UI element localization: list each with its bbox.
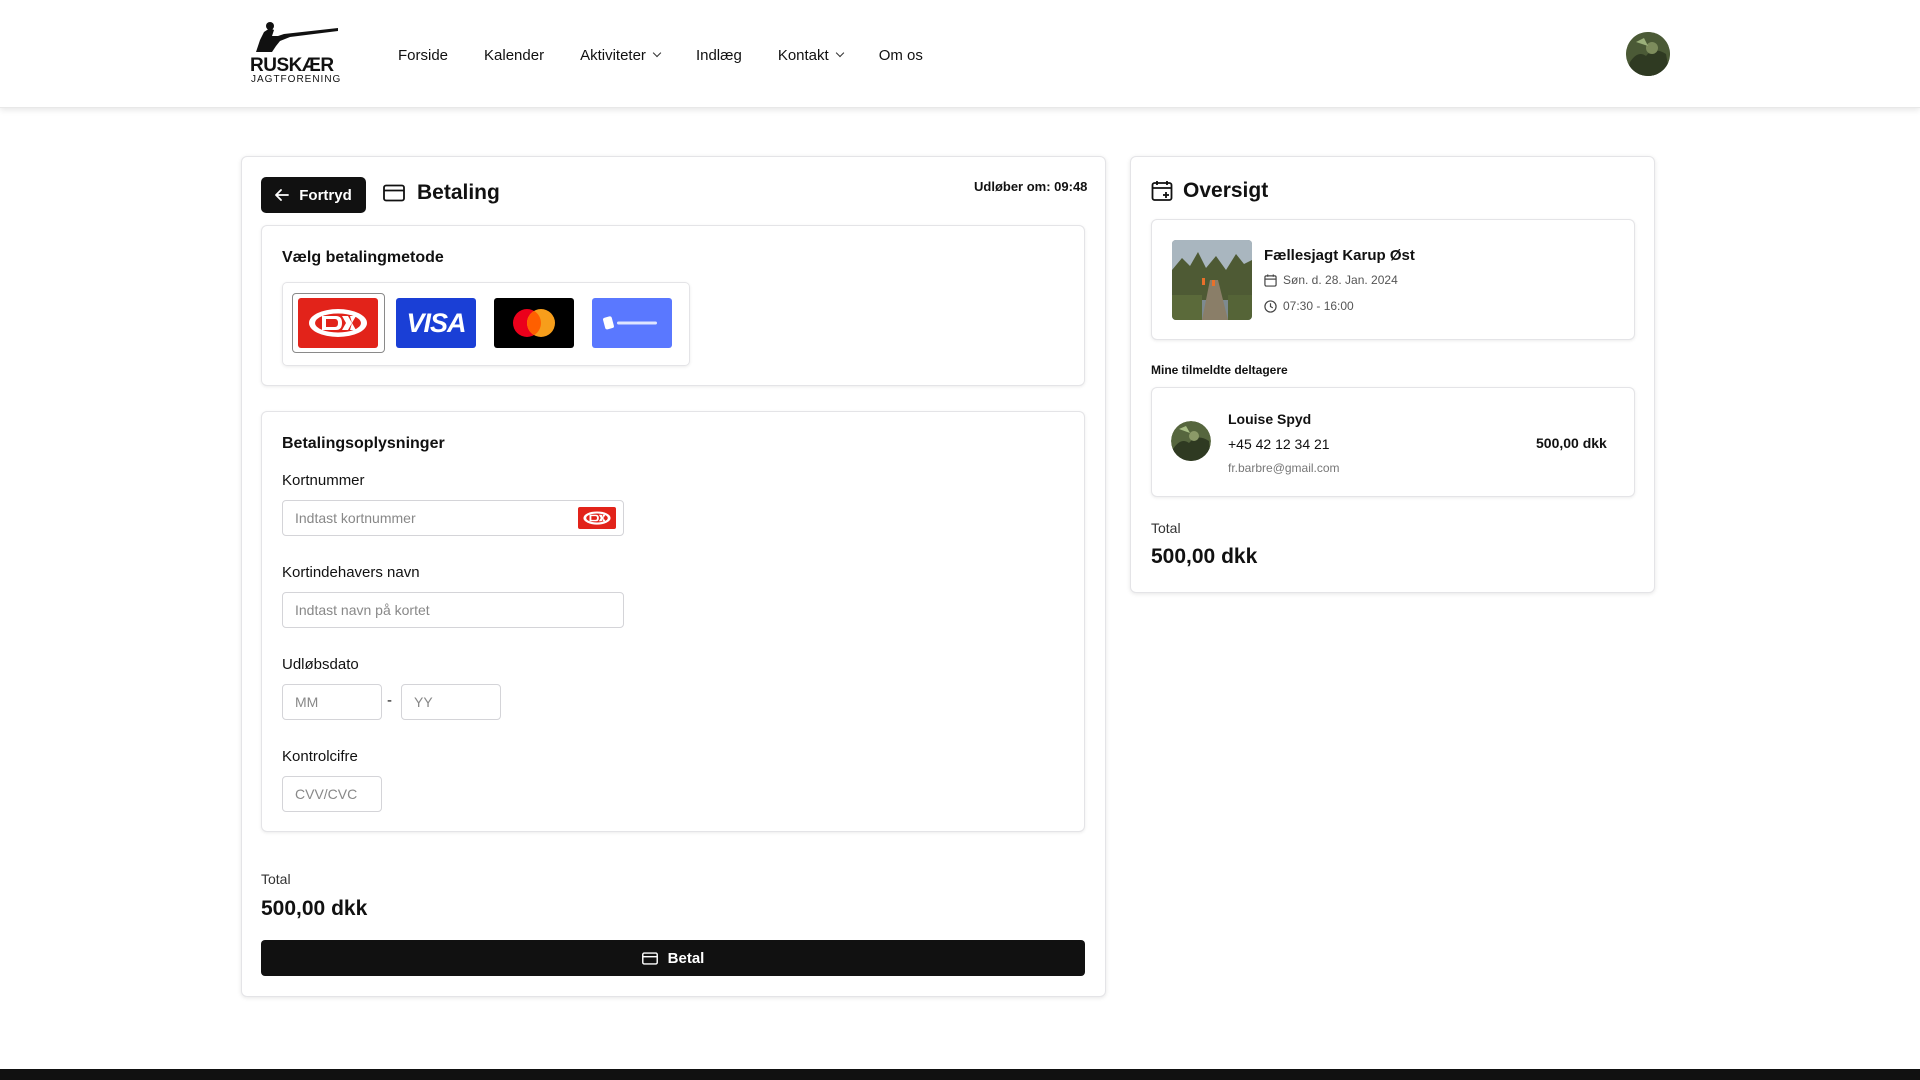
expiry-year-input[interactable]: YY: [401, 684, 501, 720]
event-date: Søn. d. 28. Jan. 2024: [1283, 273, 1398, 287]
nav-item-kontakt[interactable]: Kontakt: [777, 44, 844, 66]
dankort-logo-icon: [309, 309, 367, 337]
cancel-label: Fortryd: [299, 186, 352, 204]
mobilepay-logo-icon: [603, 316, 657, 330]
overview-total-value: 500,00 dkk: [1151, 545, 1258, 568]
brand-subtitle: JAGTFORENING: [251, 74, 342, 85]
pay-label: Betal: [667, 949, 705, 967]
arrow-left-icon: [275, 189, 290, 201]
mastercard-option[interactable]: [494, 298, 574, 348]
site-footer: [0, 1069, 1920, 1080]
overview-title-row: Oversigt: [1151, 179, 1268, 203]
main-nav: Forside Kalender Aktiviteter Indlæg Kont…: [398, 44, 923, 66]
participant-email: fr.barbre@gmail.com: [1228, 461, 1340, 475]
event-time: 07:30 - 16:00: [1283, 299, 1354, 313]
visa-option[interactable]: VISA: [396, 298, 476, 348]
cvc-input[interactable]: CVV/CVC: [282, 776, 382, 812]
cvc-placeholder: CVV/CVC: [295, 786, 358, 802]
dankort-option[interactable]: [298, 298, 378, 348]
hunter-logo-icon: [256, 22, 338, 52]
participant-phone: +45 42 12 34 21: [1228, 436, 1330, 452]
overview-title: Oversigt: [1183, 179, 1269, 202]
event-image: [1172, 240, 1252, 320]
expiry-year-placeholder: YY: [414, 694, 433, 710]
brand-name: RUSKÆR: [250, 55, 334, 76]
clock-icon: [1264, 299, 1277, 313]
site-header: RUSKÆR JAGTFORENING Forside Kalender Akt…: [0, 0, 1920, 108]
card-number-placeholder: Indtast kortnummer: [295, 510, 416, 526]
cvc-label: Kontrolcifre: [282, 748, 358, 765]
nav-item-indlaeg[interactable]: Indlæg: [696, 44, 742, 66]
nav-label: Kalender: [484, 46, 545, 64]
participants-heading: Mine tilmeldte deltagere: [1151, 363, 1288, 377]
card-holder-label: Kortindehavers navn: [282, 564, 420, 581]
expiry-label: Udløbsdato: [282, 656, 359, 673]
event-name: Fællesjagt Karup Øst: [1264, 247, 1415, 264]
expiry-month-input[interactable]: MM: [282, 684, 382, 720]
avatar-photo-icon: [1626, 32, 1670, 76]
expiry-separator: -: [387, 692, 392, 709]
expiry-month-placeholder: MM: [295, 694, 319, 710]
payment-title-row: Betaling: [383, 181, 500, 205]
event-time-row: 07:30 - 16:00: [1264, 299, 1354, 313]
participant-name: Louise Spyd: [1228, 411, 1312, 427]
chevron-down-icon: [835, 48, 844, 58]
avatar-photo-icon: [1171, 421, 1211, 461]
payment-method-heading: Vælg betalingmetode: [282, 249, 444, 266]
nav-label: Om os: [878, 46, 923, 64]
site-logo[interactable]: RUSKÆR JAGTFORENING: [248, 22, 344, 86]
pay-button[interactable]: Betal: [261, 940, 1085, 976]
event-date-row: Søn. d. 28. Jan. 2024: [1264, 273, 1398, 287]
participant-price: 500,00 dkk: [1536, 435, 1607, 451]
cancel-button[interactable]: Fortryd: [261, 177, 366, 213]
credit-card-icon: [641, 951, 658, 965]
overview-total-label: Total: [1151, 520, 1181, 536]
calendar-icon: [1264, 273, 1277, 287]
nav-label: Indlæg: [695, 46, 742, 64]
nav-item-aktiviteter[interactable]: Aktiviteter: [580, 44, 662, 66]
calendar-plus-icon: [1151, 181, 1173, 201]
credit-card-icon: [383, 184, 405, 202]
card-holder-placeholder: Indtast navn på kortet: [295, 602, 430, 618]
page-title: Betaling: [417, 181, 500, 204]
mastercard-logo-icon: [513, 309, 555, 337]
nav-label: Forside: [398, 46, 449, 64]
expiry-timer: Udløber om: 09:48: [974, 179, 1088, 194]
card-holder-input[interactable]: Indtast navn på kortet: [282, 592, 624, 628]
participant-avatar: [1171, 421, 1211, 461]
nav-item-om-os[interactable]: Om os: [879, 44, 923, 66]
nav-item-forside[interactable]: Forside: [398, 44, 448, 66]
dankort-badge-icon: [578, 507, 616, 529]
nav-item-kalender[interactable]: Kalender: [484, 44, 544, 66]
nav-label: Kontakt: [777, 46, 829, 64]
user-avatar[interactable]: [1626, 32, 1670, 76]
payment-total-label: Total: [261, 871, 291, 887]
card-number-input[interactable]: Indtast kortnummer: [282, 500, 624, 536]
card-number-label: Kortnummer: [282, 472, 365, 489]
chevron-down-icon: [652, 48, 662, 58]
visa-logo-icon: VISA: [406, 307, 466, 338]
nav-label: Aktiviteter: [580, 46, 646, 64]
payment-details-heading: Betalingsoplysninger: [282, 435, 445, 452]
mobilepay-option[interactable]: [592, 298, 672, 348]
forest-photo-icon: [1172, 240, 1252, 320]
payment-total-value: 500,00 dkk: [261, 897, 368, 920]
